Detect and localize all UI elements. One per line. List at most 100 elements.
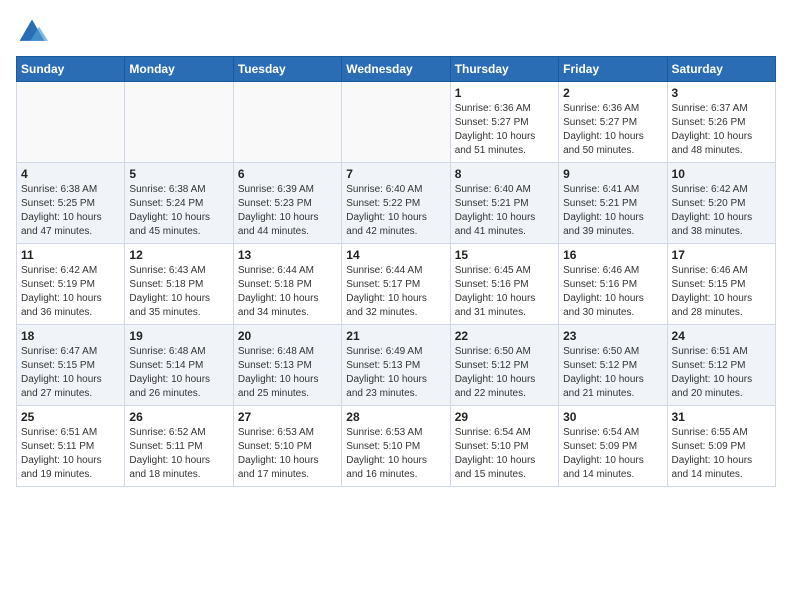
day-number: 23 [563,329,662,343]
day-info: Sunrise: 6:44 AM Sunset: 5:17 PM Dayligh… [346,264,445,320]
day-info: Sunrise: 6:46 AM Sunset: 5:16 PM Dayligh… [563,264,662,320]
day-info: Sunrise: 6:49 AM Sunset: 5:13 PM Dayligh… [346,345,445,401]
day-number: 5 [129,167,228,181]
week-row-4: 25 Sunrise: 6:51 AM Sunset: 5:11 PM Dayli… [17,406,776,487]
day-number: 8 [455,167,554,181]
calendar-cell: 1 Sunrise: 6:36 AM Sunset: 5:27 PM Daylig… [450,82,558,163]
calendar-cell: 16 Sunrise: 6:46 AM Sunset: 5:16 PM Dayli… [559,244,667,325]
calendar-cell: 8 Sunrise: 6:40 AM Sunset: 5:21 PM Daylig… [450,163,558,244]
day-number: 1 [455,86,554,100]
calendar-cell: 3 Sunrise: 6:37 AM Sunset: 5:26 PM Daylig… [667,82,775,163]
day-info: Sunrise: 6:40 AM Sunset: 5:21 PM Dayligh… [455,183,554,239]
calendar-cell [342,82,450,163]
day-info: Sunrise: 6:39 AM Sunset: 5:23 PM Dayligh… [238,183,337,239]
day-number: 18 [21,329,120,343]
day-number: 14 [346,248,445,262]
header-sunday: Sunday [17,57,125,82]
calendar-cell [125,82,233,163]
day-info: Sunrise: 6:42 AM Sunset: 5:20 PM Dayligh… [672,183,771,239]
day-info: Sunrise: 6:36 AM Sunset: 5:27 PM Dayligh… [455,102,554,158]
day-info: Sunrise: 6:48 AM Sunset: 5:14 PM Dayligh… [129,345,228,401]
calendar-cell: 22Sunrise: 6:50 AM Sunset: 5:12 PM Dayli… [450,325,558,406]
day-number: 19 [129,329,228,343]
day-number: 4 [21,167,120,181]
header-monday: Monday [125,57,233,82]
logo [16,16,52,48]
day-info: Sunrise: 6:55 AM Sunset: 5:09 PM Dayligh… [672,426,771,482]
day-info: Sunrise: 6:46 AM Sunset: 5:15 PM Dayligh… [672,264,771,320]
day-info: Sunrise: 6:41 AM Sunset: 5:21 PM Dayligh… [563,183,662,239]
day-info: Sunrise: 6:54 AM Sunset: 5:09 PM Dayligh… [563,426,662,482]
day-info: Sunrise: 6:43 AM Sunset: 5:18 PM Dayligh… [129,264,228,320]
header-wednesday: Wednesday [342,57,450,82]
day-info: Sunrise: 6:51 AM Sunset: 5:12 PM Dayligh… [672,345,771,401]
calendar-cell: 10 Sunrise: 6:42 AM Sunset: 5:20 PM Dayli… [667,163,775,244]
calendar-cell: 13Sunrise: 6:44 AM Sunset: 5:18 PM Dayli… [233,244,341,325]
day-info: Sunrise: 6:51 AM Sunset: 5:11 PM Dayligh… [21,426,120,482]
calendar-body: 1 Sunrise: 6:36 AM Sunset: 5:27 PM Daylig… [17,82,776,487]
calendar-cell: 24 Sunrise: 6:51 AM Sunset: 5:12 PM Dayli… [667,325,775,406]
calendar-cell: 7 Sunrise: 6:40 AM Sunset: 5:22 PM Daylig… [342,163,450,244]
header-saturday: Saturday [667,57,775,82]
day-number: 28 [346,410,445,424]
day-number: 3 [672,86,771,100]
calendar-cell: 26Sunrise: 6:52 AM Sunset: 5:11 PM Dayli… [125,406,233,487]
calendar-cell: 19 Sunrise: 6:48 AM Sunset: 5:14 PM Dayli… [125,325,233,406]
calendar-cell: 11Sunrise: 6:42 AM Sunset: 5:19 PM Dayli… [17,244,125,325]
calendar-cell: 18 Sunrise: 6:47 AM Sunset: 5:15 PM Dayli… [17,325,125,406]
calendar-header: SundayMondayTuesdayWednesdayThursdayFrid… [17,57,776,82]
calendar-cell: 5 Sunrise: 6:38 AM Sunset: 5:24 PM Daylig… [125,163,233,244]
day-number: 20 [238,329,337,343]
week-row-1: 4Sunrise: 6:38 AM Sunset: 5:25 PM Daylig… [17,163,776,244]
week-row-2: 11Sunrise: 6:42 AM Sunset: 5:19 PM Dayli… [17,244,776,325]
day-info: Sunrise: 6:53 AM Sunset: 5:10 PM Dayligh… [346,426,445,482]
calendar-cell: 25 Sunrise: 6:51 AM Sunset: 5:11 PM Dayli… [17,406,125,487]
calendar-cell [17,82,125,163]
calendar-cell: 12 Sunrise: 6:43 AM Sunset: 5:18 PM Dayli… [125,244,233,325]
calendar-cell: 23 Sunrise: 6:50 AM Sunset: 5:12 PM Dayli… [559,325,667,406]
calendar-cell: 2Sunrise: 6:36 AM Sunset: 5:27 PM Daylig… [559,82,667,163]
calendar-cell: 9 Sunrise: 6:41 AM Sunset: 5:21 PM Daylig… [559,163,667,244]
day-info: Sunrise: 6:48 AM Sunset: 5:13 PM Dayligh… [238,345,337,401]
logo-icon [16,16,48,48]
calendar-cell: 6 Sunrise: 6:39 AM Sunset: 5:23 PM Daylig… [233,163,341,244]
day-number: 30 [563,410,662,424]
day-info: Sunrise: 6:50 AM Sunset: 5:12 PM Dayligh… [563,345,662,401]
day-number: 9 [563,167,662,181]
day-info: Sunrise: 6:38 AM Sunset: 5:24 PM Dayligh… [129,183,228,239]
day-number: 12 [129,248,228,262]
calendar-cell: 29Sunrise: 6:54 AM Sunset: 5:10 PM Dayli… [450,406,558,487]
calendar-cell: 4Sunrise: 6:38 AM Sunset: 5:25 PM Daylig… [17,163,125,244]
day-number: 21 [346,329,445,343]
calendar-cell: 28 Sunrise: 6:53 AM Sunset: 5:10 PM Dayli… [342,406,450,487]
calendar-cell: 27 Sunrise: 6:53 AM Sunset: 5:10 PM Dayli… [233,406,341,487]
calendar-cell: 15Sunrise: 6:45 AM Sunset: 5:16 PM Dayli… [450,244,558,325]
day-number: 13 [238,248,337,262]
day-info: Sunrise: 6:54 AM Sunset: 5:10 PM Dayligh… [455,426,554,482]
day-info: Sunrise: 6:53 AM Sunset: 5:10 PM Dayligh… [238,426,337,482]
day-number: 16 [563,248,662,262]
day-number: 31 [672,410,771,424]
day-number: 2 [563,86,662,100]
day-info: Sunrise: 6:40 AM Sunset: 5:22 PM Dayligh… [346,183,445,239]
day-info: Sunrise: 6:47 AM Sunset: 5:15 PM Dayligh… [21,345,120,401]
day-number: 15 [455,248,554,262]
day-number: 7 [346,167,445,181]
day-number: 24 [672,329,771,343]
day-number: 10 [672,167,771,181]
day-number: 6 [238,167,337,181]
day-info: Sunrise: 6:37 AM Sunset: 5:26 PM Dayligh… [672,102,771,158]
page-header [16,16,776,48]
week-row-0: 1 Sunrise: 6:36 AM Sunset: 5:27 PM Daylig… [17,82,776,163]
day-number: 27 [238,410,337,424]
calendar-cell: 31 Sunrise: 6:55 AM Sunset: 5:09 PM Dayli… [667,406,775,487]
calendar-table: SundayMondayTuesdayWednesdayThursdayFrid… [16,56,776,487]
calendar-cell: 20 Sunrise: 6:48 AM Sunset: 5:13 PM Dayli… [233,325,341,406]
day-number: 25 [21,410,120,424]
calendar-cell: 21 Sunrise: 6:49 AM Sunset: 5:13 PM Dayli… [342,325,450,406]
day-info: Sunrise: 6:50 AM Sunset: 5:12 PM Dayligh… [455,345,554,401]
calendar-cell: 30 Sunrise: 6:54 AM Sunset: 5:09 PM Dayli… [559,406,667,487]
day-info: Sunrise: 6:52 AM Sunset: 5:11 PM Dayligh… [129,426,228,482]
week-row-3: 18 Sunrise: 6:47 AM Sunset: 5:15 PM Dayli… [17,325,776,406]
day-number: 11 [21,248,120,262]
